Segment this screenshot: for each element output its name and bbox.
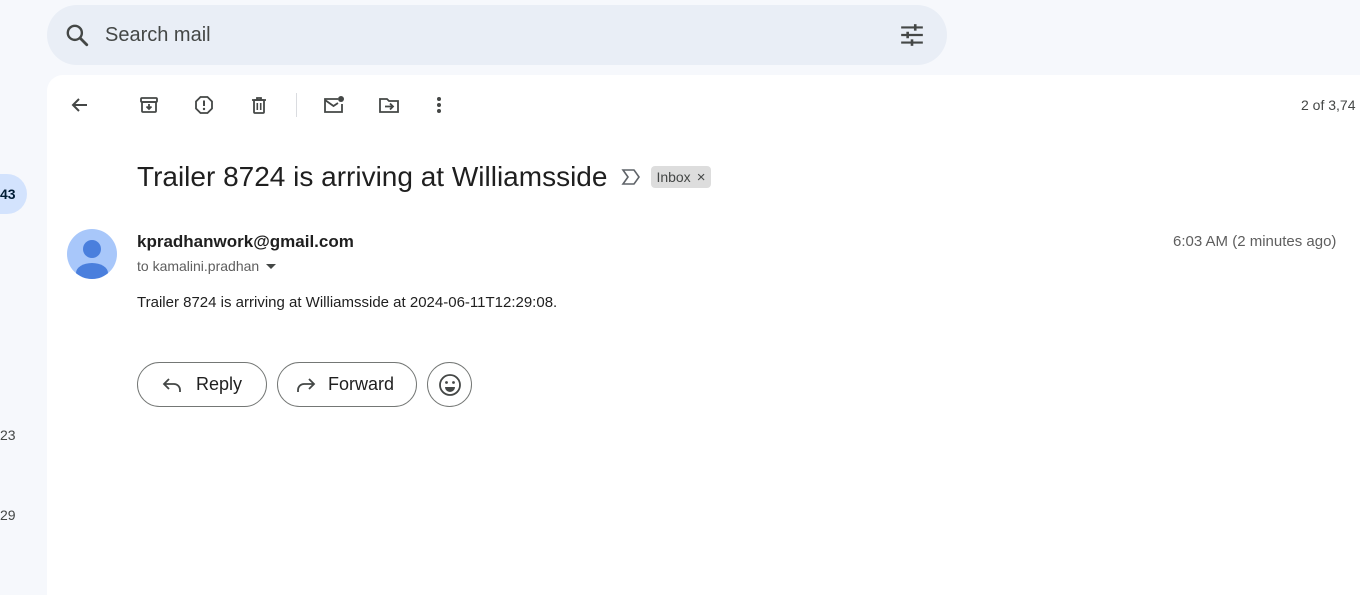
mark-unread-icon (324, 96, 344, 113)
email-subject: Trailer 8724 is arriving at Williamsside (137, 161, 608, 192)
label-chip-inbox: Inbox × (651, 166, 712, 188)
reply-label: Reply (196, 374, 243, 394)
arrow-back-icon (71, 98, 87, 112)
tune-icon (901, 24, 923, 46)
importance-marker[interactable] (621, 168, 641, 186)
emoji-icon (438, 373, 461, 396)
reply-icon (162, 377, 181, 392)
mark-unread-button[interactable] (314, 85, 354, 125)
search-options-button[interactable] (877, 5, 947, 65)
react-emoji-button[interactable] (427, 362, 472, 407)
show-details-dropdown-icon[interactable] (265, 261, 277, 271)
search-icon (66, 24, 89, 47)
forward-button[interactable]: Forward (277, 362, 417, 407)
email-timestamp: 6:03 AM (2 minutes ago) (1173, 233, 1337, 250)
delete-button[interactable] (239, 85, 279, 125)
label-chip-text: Inbox (656, 169, 691, 185)
message-view: 2 of 3,74 Trailer 8724 is arriving at Wi… (47, 75, 1360, 595)
email-body: Trailer 8724 is arriving at Williamsside… (137, 294, 558, 311)
delete-icon (252, 97, 266, 114)
archive-button[interactable] (129, 85, 169, 125)
subject-row: Trailer 8724 is arriving at Williamsside… (137, 161, 712, 193)
pagination-count: 2 of 3,74 (1301, 97, 1356, 113)
forward-label: Forward (328, 374, 395, 394)
more-icon (437, 97, 441, 113)
reply-button[interactable]: Reply (137, 362, 267, 407)
person-icon (76, 240, 108, 279)
report-spam-icon (195, 96, 213, 114)
recipient-row: to kamalini.pradhan (137, 258, 277, 274)
move-to-button[interactable] (369, 85, 409, 125)
more-button[interactable] (419, 85, 459, 125)
sidebar: 43 23 29 (0, 0, 47, 580)
sender-avatar[interactable] (67, 229, 117, 279)
move-to-icon (379, 98, 399, 113)
sidebar-count[interactable]: 23 (0, 427, 16, 443)
sidebar-count[interactable]: 29 (0, 507, 16, 523)
archive-icon (140, 97, 158, 113)
back-button[interactable] (60, 85, 100, 125)
toolbar-divider (296, 93, 297, 117)
recipient-text: to kamalini.pradhan (137, 258, 260, 274)
remove-label-button[interactable]: × (697, 169, 706, 186)
message-toolbar: 2 of 3,74 (47, 75, 1360, 135)
important-marker-icon (621, 169, 641, 185)
search-bar (47, 5, 947, 65)
search-input[interactable] (103, 5, 877, 65)
sidebar-count-inbox[interactable]: 43 (0, 174, 27, 214)
forward-icon (297, 377, 316, 392)
sender-email[interactable]: kpradhanwork@gmail.com (137, 232, 354, 252)
search-button[interactable] (47, 5, 107, 65)
report-spam-button[interactable] (184, 85, 224, 125)
